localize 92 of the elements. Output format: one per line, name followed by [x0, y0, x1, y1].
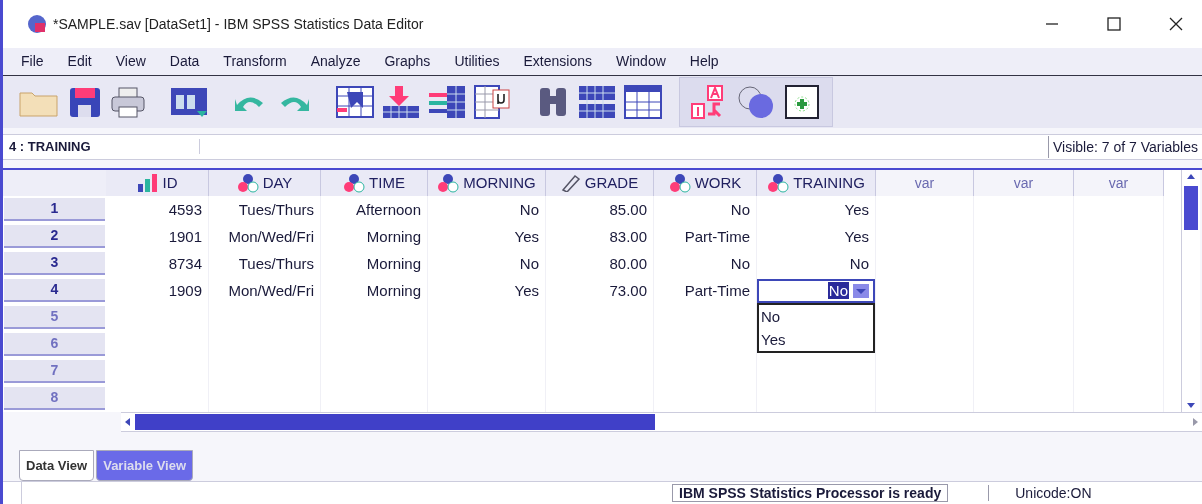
status-message: IBM SPSS Statistics Processor is ready	[672, 484, 949, 503]
close-icon[interactable]	[1168, 15, 1184, 32]
maximize-icon[interactable]	[1106, 15, 1122, 32]
mu-table-icon[interactable]	[473, 84, 513, 120]
nominal-icon	[236, 172, 259, 193]
insert-column-icon[interactable]	[427, 84, 467, 120]
table-cell: No	[757, 249, 876, 277]
row-number[interactable]: 5	[4, 305, 105, 329]
table-cell: 73.00	[546, 276, 654, 304]
table-cell: 80.00	[546, 249, 654, 277]
table-cell: No	[428, 249, 546, 277]
scroll-thumb[interactable]	[1184, 185, 1198, 230]
menu-item[interactable]: Data	[157, 53, 212, 70]
table-cell: Tues/Thurs	[209, 249, 321, 277]
row-number[interactable]: 1	[4, 197, 105, 221]
table-cell: No	[428, 195, 546, 223]
cell-location: 4 : TRAINING	[3, 139, 200, 155]
table-cell: 83.00	[546, 222, 654, 250]
column-header[interactable]: ID	[106, 169, 209, 196]
caret-icon[interactable]	[853, 283, 869, 298]
column-header[interactable]: GRADE	[546, 169, 654, 196]
table-cell: Tues/Thurs	[209, 195, 321, 223]
menu-item[interactable]: View	[103, 53, 158, 70]
row-number[interactable]: 4	[4, 278, 105, 302]
table-cell: No	[654, 249, 757, 277]
menu-item[interactable]: File	[9, 53, 56, 70]
vertical-scrollbar[interactable]	[1181, 169, 1200, 412]
column-header[interactable]: var	[876, 169, 974, 196]
visible-variables: Visible: 7 of 7 Variables	[1048, 135, 1202, 158]
dialog-icon[interactable]	[169, 85, 209, 119]
column-header[interactable]: var	[1074, 169, 1164, 196]
row-number[interactable]: 3	[4, 251, 105, 275]
grid-corner[interactable]	[3, 169, 106, 196]
grid-icon[interactable]	[623, 84, 663, 120]
view-tab[interactable]: Data View	[19, 449, 95, 482]
menu-item[interactable]: Help	[677, 53, 731, 70]
menu-item[interactable]: Edit	[55, 53, 104, 70]
table-cell: Yes	[757, 195, 876, 223]
table-cell: 8734	[106, 249, 209, 277]
table-cell: 1909	[106, 276, 209, 304]
row-number[interactable]: 2	[4, 224, 105, 248]
selected-value: No	[827, 282, 849, 300]
scroll-thumb[interactable]	[135, 413, 655, 430]
horizontal-scrollbar[interactable]	[121, 411, 1202, 432]
insert-row-icon[interactable]	[381, 84, 421, 120]
row-number[interactable]: 6	[4, 332, 105, 356]
table-cell: Morning	[321, 249, 428, 277]
table-cell: 85.00	[546, 195, 654, 223]
dropdown-option[interactable]: No	[759, 304, 873, 328]
menu-item[interactable]: Graphs	[372, 53, 443, 70]
split-grid-icon[interactable]	[577, 84, 617, 120]
menu-item[interactable]: Extensions	[511, 53, 604, 70]
nominal-icon	[767, 172, 790, 193]
table-cell: Part-Time	[654, 222, 757, 250]
menu-item[interactable]: Analyze	[298, 53, 373, 70]
grid-arrow-icon[interactable]	[335, 84, 375, 120]
menu-item[interactable]: Utilities	[442, 53, 512, 70]
table-cell: Mon/Wed/Fri	[209, 222, 321, 250]
column-header[interactable]: var	[974, 169, 1074, 196]
table-cell: 1901	[106, 222, 209, 250]
table-cell: Morning	[321, 276, 428, 304]
save-icon[interactable]	[67, 85, 103, 119]
row-number[interactable]: 7	[4, 359, 105, 383]
nominal-icon	[668, 172, 691, 193]
add-icon[interactable]	[782, 84, 822, 120]
table-cell: Yes	[757, 222, 876, 250]
table-cell: Morning	[321, 222, 428, 250]
column-header[interactable]: WORK	[654, 169, 757, 196]
app-icon	[27, 13, 47, 34]
table-cell: Yes	[428, 222, 546, 250]
menu-item[interactable]: Window	[604, 53, 678, 70]
row-number[interactable]: 8	[4, 386, 105, 410]
print-icon[interactable]	[109, 85, 147, 119]
encoding-status: Unicode:ON	[988, 485, 1098, 502]
column-header[interactable]: DAY	[209, 169, 321, 196]
column-header[interactable]: MORNING	[428, 169, 546, 196]
table-cell: Mon/Wed/Fri	[209, 276, 321, 304]
circles-icon[interactable]	[736, 84, 776, 120]
table-cell: 4593	[106, 195, 209, 223]
ruler-icon	[560, 173, 581, 192]
menu-item[interactable]: Transform	[211, 53, 299, 70]
dropdown-option[interactable]: Yes	[759, 327, 873, 351]
table-cell: Afternoon	[321, 195, 428, 223]
nominal-icon	[437, 172, 460, 193]
column-header[interactable]: TRAINING	[757, 169, 876, 196]
dropdown-field[interactable]: No	[757, 278, 875, 303]
table-cell: No	[654, 195, 757, 223]
column-header[interactable]: TIME	[321, 169, 428, 196]
table-cell: Yes	[428, 276, 546, 304]
window-title: *SAMPLE.sav [DataSet1] - IBM SPSS Statistics Data Editor	[53, 15, 424, 32]
nominal-icon	[343, 172, 366, 193]
bar-chart-icon	[136, 173, 159, 192]
